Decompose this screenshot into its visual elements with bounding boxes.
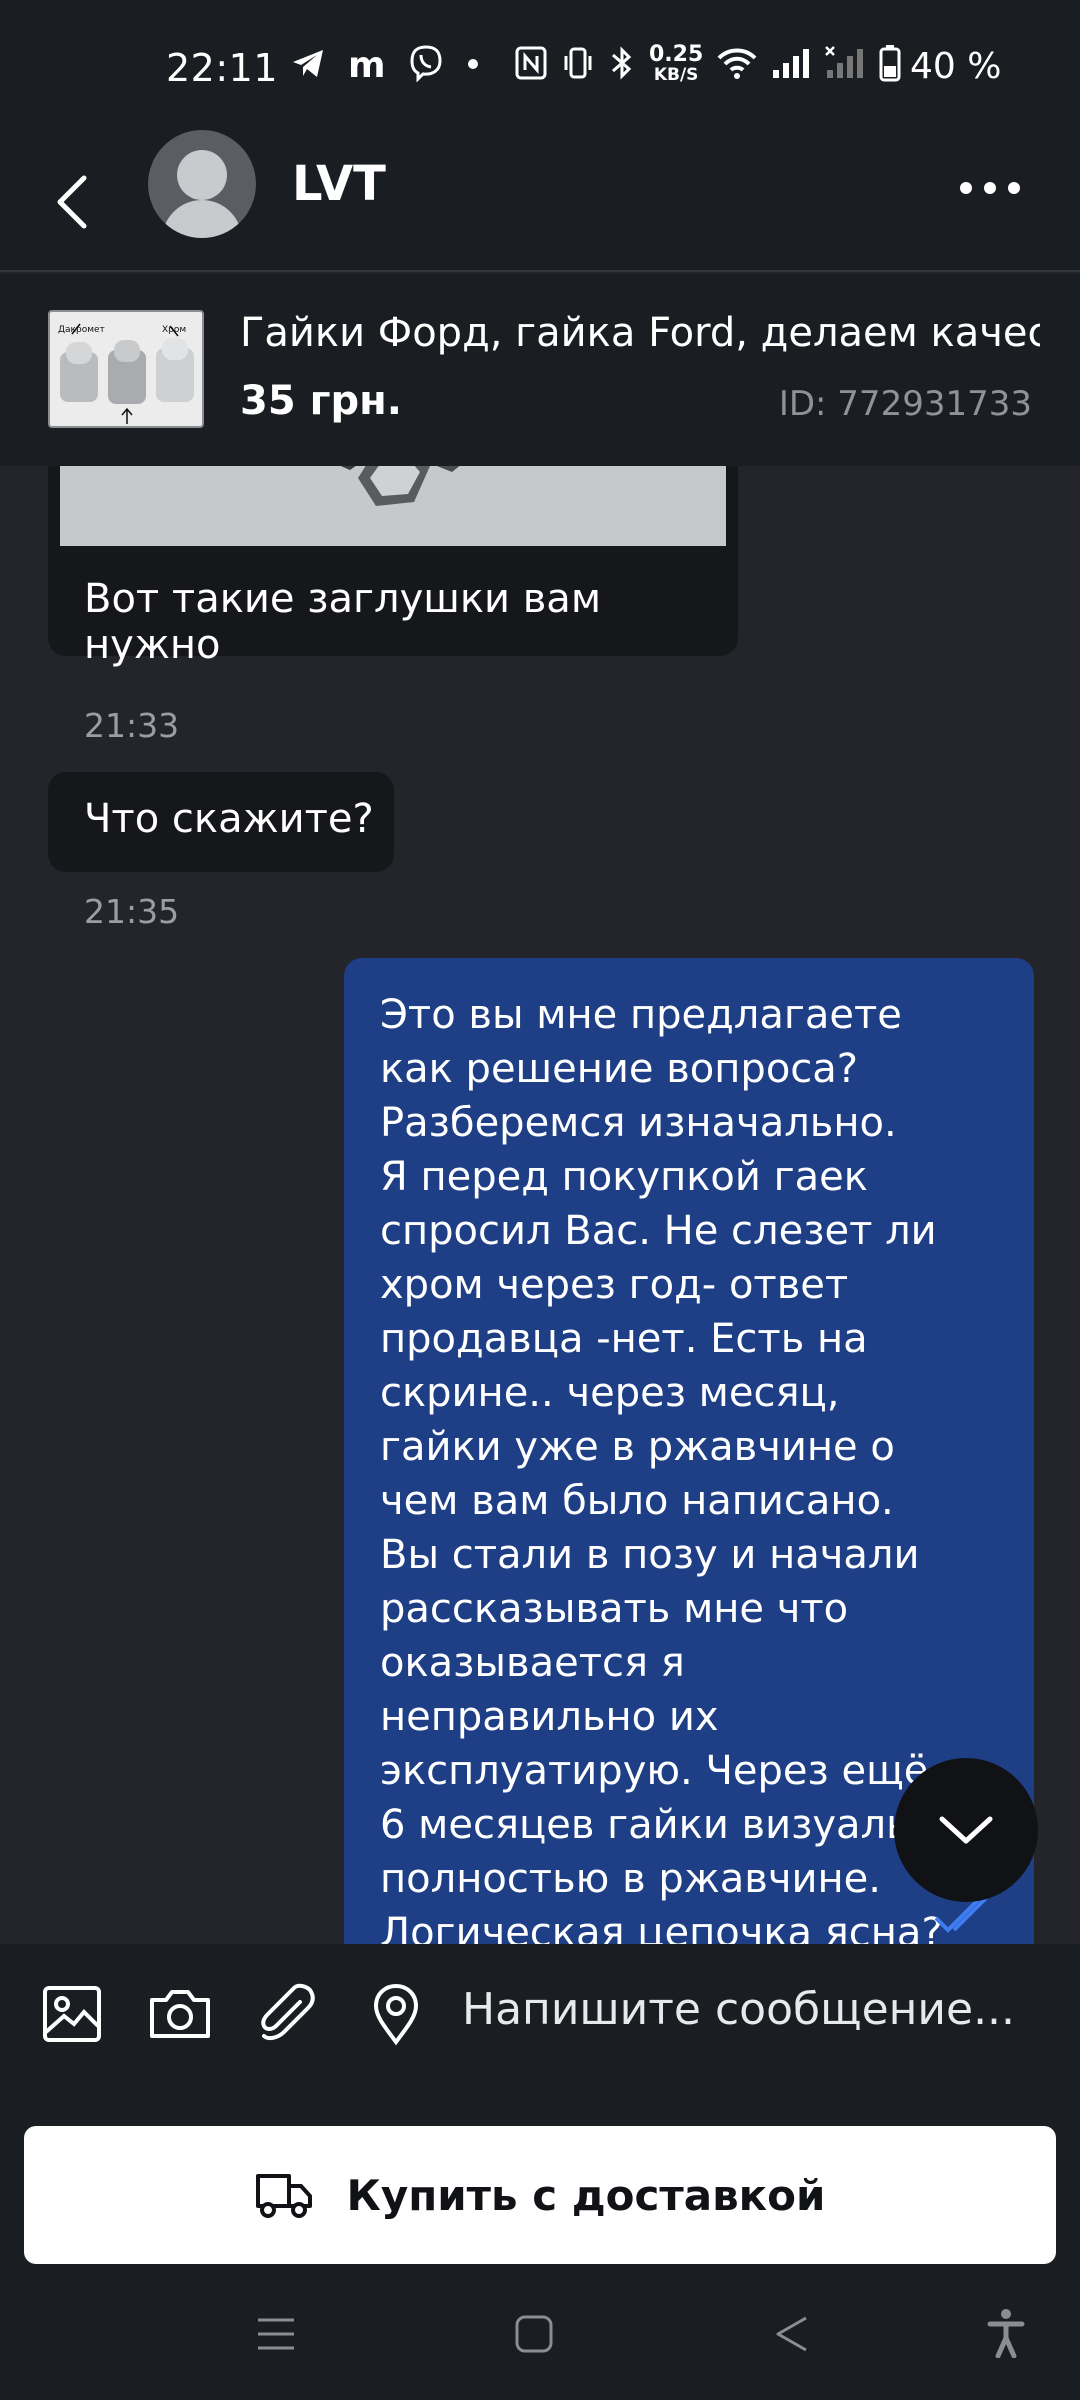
message-time: 21:35 [84, 892, 180, 931]
status-bar: 22:11 m 0.25 KB/S 40 % [0, 0, 1080, 132]
more-dot-icon [984, 182, 996, 194]
attach-button[interactable] [256, 1982, 320, 2046]
nfc-icon [515, 46, 547, 84]
m-icon: m [348, 44, 386, 86]
buy-area: Купить с доставкой [0, 2074, 1080, 2274]
product-price: 35 грн. [240, 378, 402, 424]
paperclip-icon [261, 1983, 315, 2041]
back-arrow-icon [57, 175, 87, 229]
caps-image [60, 466, 726, 546]
message-list[interactable]: Вот такие заглушки вам нужно 21:33 Что с… [0, 466, 1080, 1944]
location-button[interactable] [364, 1982, 428, 2046]
recent-apps-button[interactable] [256, 2314, 296, 2358]
net-speed-unit: KB/S [653, 65, 699, 85]
incoming-text-message[interactable]: Что скажите? [48, 772, 394, 872]
product-thumbnail[interactable]: Дакромет Хром [48, 310, 204, 428]
back-nav-button[interactable] [772, 2314, 812, 2358]
read-ticks-icon [934, 1896, 998, 1940]
delivery-truck-icon [255, 2174, 312, 2218]
vibrate-icon [561, 46, 595, 84]
camera-button[interactable] [148, 1982, 212, 2046]
wifi-icon [717, 46, 757, 84]
chat-header: LVT [0, 130, 1080, 272]
message-composer: Напишите сообщение... [0, 1944, 1080, 2074]
menu-lines-icon [258, 2318, 294, 2350]
nuts-image: Дакромет Хром [58, 323, 194, 424]
product-id: ID: 772931733 [778, 384, 1032, 424]
message-input[interactable]: Напишите сообщение... [462, 1984, 1015, 2035]
product-card[interactable]: Дакромет Хром Гайки Форд, гайка Ford, де… [0, 274, 1080, 466]
incoming-image-message[interactable]: Вот такие заглушки вам нужно [48, 466, 738, 668]
system-nav-bar [0, 2274, 1080, 2400]
buy-button-label: Купить с доставкой [346, 2170, 826, 2220]
dot-icon [466, 56, 480, 75]
system-icons: 0.25 KB/S [515, 44, 901, 86]
image-icon [43, 1986, 101, 2042]
signal-x-icon [825, 46, 865, 84]
signal-icon [771, 46, 811, 84]
more-dot-icon [960, 182, 972, 194]
viber-icon [408, 44, 444, 86]
gallery-button[interactable] [40, 1982, 104, 2046]
notification-icons: m [290, 44, 480, 86]
net-speed-value: 0.25 [649, 42, 704, 67]
message-time: 21:33 [84, 706, 180, 745]
bluetooth-icon [609, 45, 635, 85]
telegram-icon [290, 45, 326, 85]
back-button[interactable] [46, 172, 106, 232]
accessibility-icon [987, 2309, 1025, 2359]
buy-with-delivery-button[interactable]: Купить с доставкой [24, 2126, 1056, 2264]
home-button[interactable] [514, 2314, 554, 2358]
chevron-down-icon [939, 1816, 993, 1844]
net-speed: 0.25 KB/S [649, 42, 704, 86]
back-triangle-icon [776, 2316, 807, 2352]
avatar[interactable] [148, 130, 256, 238]
product-title[interactable]: Гайки Форд, гайка Ford, делаем качес... [240, 310, 1040, 356]
home-square-icon [515, 2315, 553, 2353]
thumb-label-left: Дакромет [58, 325, 105, 335]
battery-percent: 40 % [910, 46, 1002, 87]
message-text: Вот такие заглушки вам нужно [84, 576, 601, 668]
message-text: Что скажите? [84, 796, 374, 842]
accessibility-button[interactable] [986, 2308, 1026, 2362]
scroll-down-button[interactable] [894, 1758, 1038, 1902]
message-image[interactable] [60, 466, 726, 546]
status-time: 22:11 [166, 46, 279, 90]
contact-name[interactable]: LVT [292, 156, 386, 212]
location-pin-icon [373, 1983, 419, 2046]
more-dot-icon [1008, 182, 1020, 194]
battery-icon [879, 44, 901, 86]
camera-icon [150, 1990, 210, 2038]
more-options-button[interactable] [960, 168, 1032, 208]
